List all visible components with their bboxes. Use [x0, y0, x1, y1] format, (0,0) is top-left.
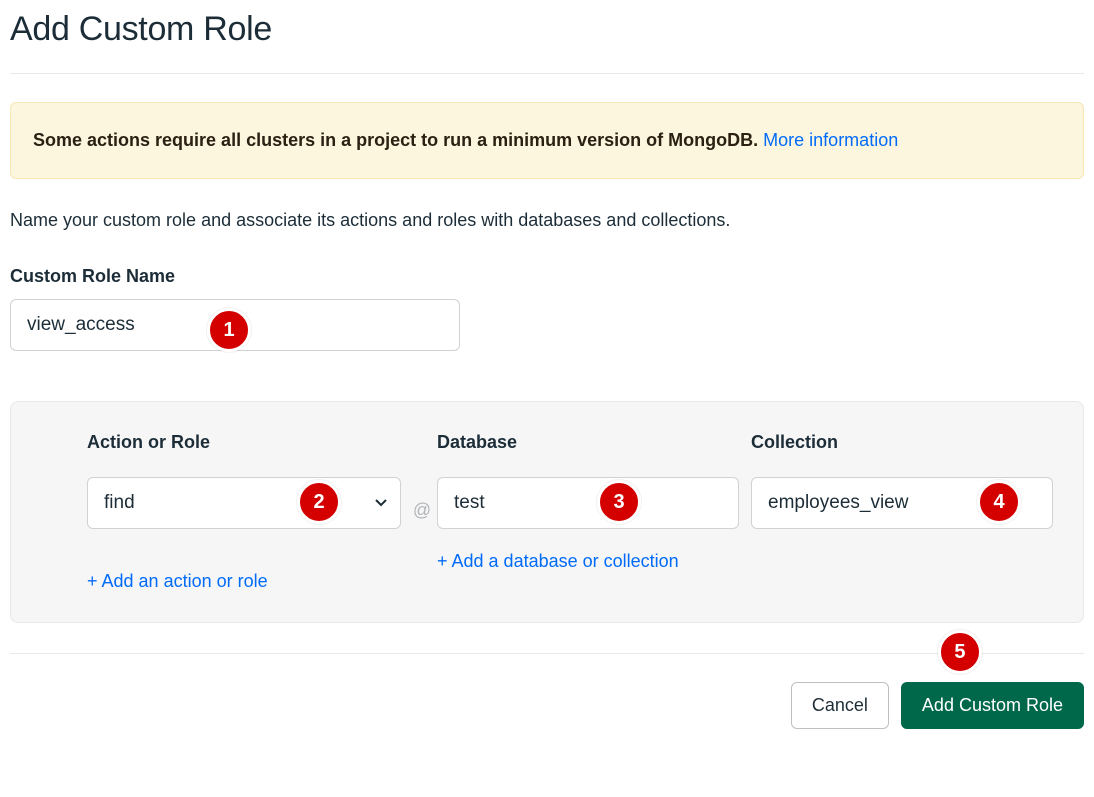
callout-marker-1: 1: [207, 308, 251, 352]
cancel-button[interactable]: Cancel: [791, 682, 889, 729]
database-column-header: Database: [437, 432, 739, 453]
action-select[interactable]: find: [87, 477, 401, 529]
action-column-header: Action or Role: [87, 432, 401, 453]
more-information-link[interactable]: More information: [763, 130, 898, 150]
callout-marker-3: 3: [597, 480, 641, 524]
banner-bold-text: Some actions require all clusters in a p…: [33, 130, 758, 150]
callout-marker-5: 5: [938, 630, 982, 674]
role-name-label: Custom Role Name: [10, 266, 1084, 287]
page-title: Add Custom Role: [10, 10, 1084, 49]
add-database-collection-link[interactable]: + Add a database or collection: [437, 551, 1053, 572]
at-separator: @: [407, 432, 437, 521]
footer-actions: Cancel Add Custom Role 5: [10, 653, 1084, 729]
callout-marker-4: 4: [977, 480, 1021, 524]
add-action-link[interactable]: + Add an action or role: [87, 571, 268, 592]
collection-column-header: Collection: [751, 432, 1053, 453]
callout-marker-2: 2: [297, 480, 341, 524]
form-description: Name your custom role and associate its …: [10, 207, 1084, 234]
divider: [10, 73, 1084, 74]
permissions-card: Action or Role find 2 + Add an action or…: [10, 401, 1084, 623]
add-custom-role-button[interactable]: Add Custom Role: [901, 682, 1084, 729]
info-banner: Some actions require all clusters in a p…: [10, 102, 1084, 179]
database-input[interactable]: [437, 477, 739, 529]
